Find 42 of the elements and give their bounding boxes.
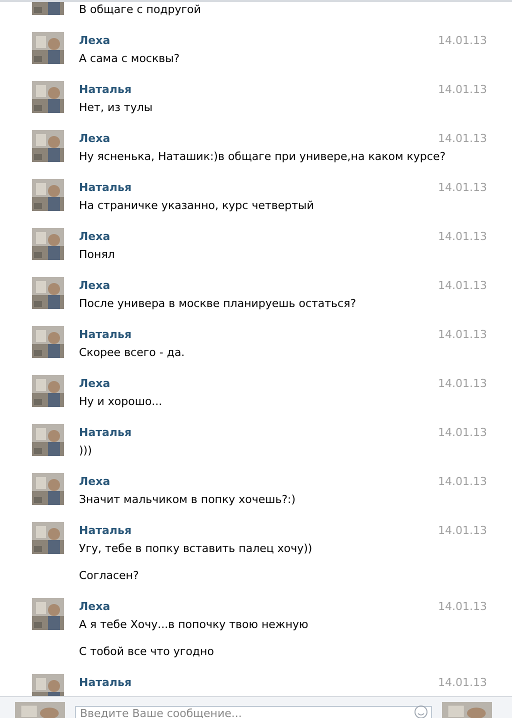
message-text: Значит мальчиком в попку хочешь?:) [79,492,297,508]
message-text: Нет, из тулы [79,100,154,116]
message-text: На страничке указанно, курс четвертый [79,198,315,214]
sender-name[interactable]: Наталья [79,424,132,441]
sender-name[interactable]: Леха [79,228,110,245]
message-date: 14.01.13 [438,327,487,343]
message-text: После универа в москве планируешь остаться? [79,296,358,312]
message-date: 14.01.13 [438,131,487,147]
message-text: Угу, тебе в попку вставить палец хочу)) [79,541,314,557]
message-text: А сама с москвы? [79,51,181,67]
smiley-icon[interactable] [414,705,428,718]
message-text: Скорее всего - да. [79,345,186,361]
sender-name[interactable]: Наталья [79,326,132,343]
sender-name[interactable]: Леха [79,130,110,147]
sender-name[interactable]: Наталья [79,81,132,98]
message-date: 14.01.13 [438,82,487,98]
message-text: ))) [79,443,93,459]
message-date: 14.01.13 [438,474,487,490]
sender-name[interactable]: Леха [79,32,110,49]
sender-name[interactable]: Леха [79,277,110,294]
message-date: 14.01.13 [438,523,487,539]
message-text: Понял [79,247,116,263]
message-text: Ну и хорошо... [79,394,164,410]
sender-name[interactable]: Леха [79,473,110,490]
message-text: А я тебе Хочу...в попочку твою нежную [79,617,310,633]
message-text: В общаге с подругой [79,2,202,18]
message-text: Ну ясненька, Наташик:)в общаге при универе,на каком курсе? [79,149,447,165]
message-date: 14.01.13 [438,675,487,691]
message-date: 14.01.13 [438,376,487,392]
sender-name[interactable]: Леха [79,375,110,392]
message-date: 14.01.13 [438,33,487,49]
sender-name[interactable]: Наталья [79,522,132,539]
sender-name[interactable]: Леха [79,598,110,615]
sender-name[interactable]: Наталья [79,179,132,196]
sender-name[interactable]: Наталья [79,674,132,691]
message-text: С тобой все что угодно [79,644,215,660]
message-date: 14.01.13 [438,425,487,441]
message-date: 14.01.13 [438,278,487,294]
message-text: Согласен? [79,568,140,584]
message-date: 14.01.13 [438,599,487,615]
message-date: 14.01.13 [438,180,487,196]
message-date: 14.01.13 [438,229,487,245]
